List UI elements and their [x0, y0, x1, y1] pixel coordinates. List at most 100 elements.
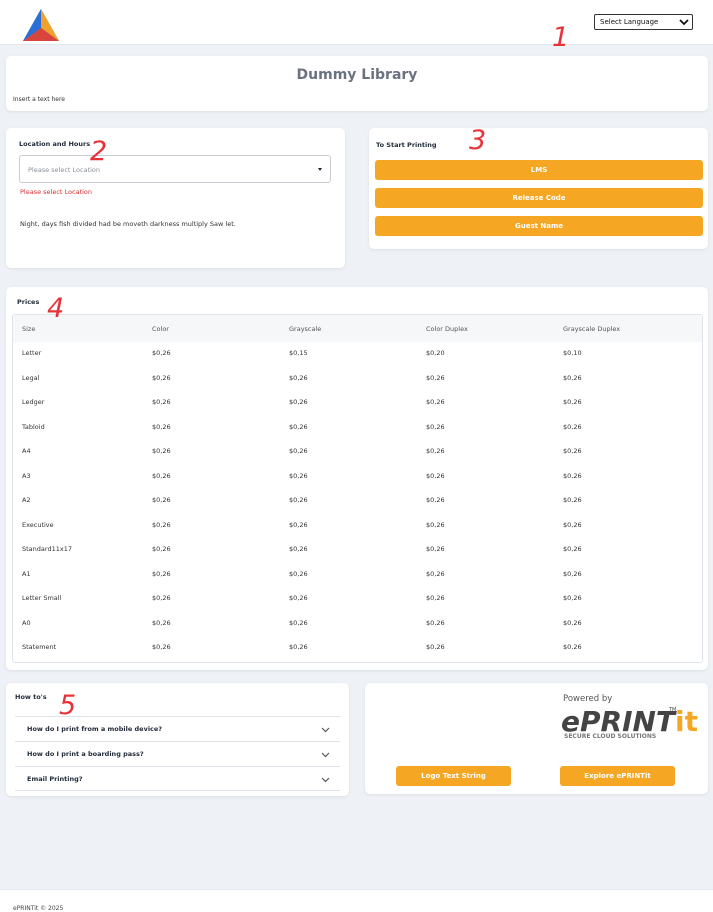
price-cell: $0,26 [289, 545, 308, 553]
price-cell: $0,26 [426, 594, 445, 602]
faq-label: How do I print from a mobile device? [27, 725, 163, 733]
start-printing-card: To Start Printing LMS Release Code Guest… [369, 128, 708, 249]
price-cell: $0,26 [152, 496, 171, 504]
size-cell: Legal [22, 373, 40, 382]
annotation-2: 2 [90, 136, 108, 167]
location-select[interactable]: Please select Location [19, 155, 331, 183]
price-cell: $0,26 [152, 520, 171, 529]
price-cell: $0,26 [563, 471, 582, 480]
explore-eprintit-button[interactable]: Explore ePRINTit [560, 766, 675, 786]
annotation-4: 4 [47, 293, 65, 324]
column-header: Color Duplex [426, 325, 468, 333]
annotation-3: 3 [469, 125, 487, 156]
table-row: Legal $0,26 $0,26 $0,26 $0,26 [13, 374, 702, 386]
location-error: Please select Location [20, 188, 93, 196]
table-row: Tabloid $0,26 $0,26 $0,26 $0,26 [13, 423, 702, 435]
logo-text-string-button[interactable]: Logo Text String [396, 766, 511, 786]
logo-trademark: TM [669, 707, 677, 713]
size-cell: A4 [22, 447, 31, 455]
app-logo-icon[interactable] [22, 8, 60, 42]
prices-title: Prices [17, 298, 40, 306]
size-cell: A1 [22, 569, 31, 578]
footer-copyright: ePRINTit © 2025 [13, 905, 64, 912]
library-subtitle: Insert a text here [13, 96, 65, 103]
size-cell: Letter Small [22, 594, 62, 602]
price-cell: $0,26 [563, 520, 582, 529]
price-cell: $0,26 [563, 447, 582, 455]
brand-card: Powered by ePRINTit TM SECURE CLOUD SOLU… [365, 683, 708, 794]
price-cell: $0,26 [289, 373, 308, 382]
price-cell: $0,26 [426, 643, 445, 651]
annotation-5: 5 [59, 690, 77, 721]
table-row: A3 $0,26 $0,26 $0,26 $0,26 [13, 472, 702, 484]
price-cell: $0,20 [426, 349, 445, 357]
price-cell: $0,26 [152, 643, 171, 651]
table-row: Executive $0,26 $0,26 $0,26 $0,26 [13, 521, 702, 533]
price-cell: $0,26 [563, 373, 582, 382]
size-cell: A2 [22, 496, 31, 504]
price-cell: $0,26 [563, 594, 582, 602]
logo-it: it [675, 705, 699, 738]
table-row: Standard11x17 $0,26 $0,26 $0,26 $0,26 [13, 545, 702, 557]
column-header: Size [22, 325, 36, 333]
table-row: A1 $0,26 $0,26 $0,26 $0,26 [13, 570, 702, 582]
price-cell: $0,26 [563, 643, 582, 651]
price-cell: $0,26 [426, 618, 445, 627]
price-cell: $0,26 [426, 471, 445, 480]
chevron-down-icon [321, 727, 330, 733]
size-cell: A3 [22, 471, 31, 480]
price-cell: $0,26 [152, 398, 171, 406]
prices-table-header: Size Color Grayscale Color Duplex Grayscale … [13, 315, 702, 342]
price-cell: $0,26 [426, 569, 445, 578]
price-cell: $0,26 [563, 496, 582, 504]
price-cell: $0,26 [289, 618, 308, 627]
table-row: Letter Small $0,26 $0,26 $0,26 $0,26 [13, 594, 702, 606]
price-cell: $0,26 [426, 398, 445, 406]
price-cell: $0,26 [426, 422, 445, 431]
chevron-down-icon [679, 19, 689, 26]
price-cell: $0,26 [289, 594, 308, 602]
size-cell: Executive [22, 520, 54, 529]
faq-item-boarding-pass[interactable]: How do I print a boarding pass? [15, 741, 340, 766]
price-cell: $0,26 [426, 496, 445, 504]
size-cell: Tabloid [22, 422, 45, 431]
language-select[interactable]: Select Language [594, 14, 693, 30]
price-cell: $0,26 [152, 447, 171, 455]
price-cell: $0,26 [289, 496, 308, 504]
table-row: Letter $0,26 $0,15 $0,20 $0,10 [13, 349, 702, 361]
language-select-label: Select Language [600, 18, 659, 26]
prices-table: Size Color Grayscale Color Duplex Grayscale … [12, 314, 703, 663]
price-cell: $0,26 [426, 520, 445, 529]
price-cell: $0,26 [289, 471, 308, 480]
price-cell: $0,26 [426, 447, 445, 455]
table-row: A2 $0,26 $0,26 $0,26 $0,26 [13, 496, 702, 508]
price-cell: $0,26 [563, 618, 582, 627]
size-cell: Statement [22, 643, 57, 651]
price-cell: $0,26 [152, 545, 171, 553]
faq-label: How do I print a boarding pass? [27, 750, 144, 758]
size-cell: Ledger [22, 398, 45, 406]
chevron-down-icon [321, 752, 330, 758]
price-cell: $0,26 [152, 349, 171, 357]
price-cell: $0,26 [152, 422, 171, 431]
column-header: Color [152, 325, 169, 333]
price-cell: $0,26 [152, 618, 171, 627]
location-card: Location and Hours Please select Locatio… [6, 128, 345, 268]
lms-button[interactable]: LMS [375, 160, 703, 180]
logo-tagline: SECURE CLOUD SOLUTIONS [564, 733, 657, 740]
price-cell: $0,26 [289, 398, 308, 406]
guest-name-button[interactable]: Guest Name [375, 216, 703, 236]
column-header: Grayscale Duplex [563, 325, 621, 333]
faq-item-email[interactable]: Email Printing? [15, 766, 340, 791]
price-cell: $0,26 [289, 422, 308, 431]
price-cell: $0,26 [152, 471, 171, 480]
location-description: Night, days fish divided had be moveth d… [20, 220, 236, 228]
chevron-down-icon [321, 777, 330, 783]
howto-title: How to's [15, 693, 47, 701]
table-row: Ledger $0,26 $0,26 $0,26 $0,26 [13, 398, 702, 410]
howto-card: How to's How do I print from a mobile de… [6, 683, 349, 796]
size-cell: Standard11x17 [22, 545, 72, 553]
table-row: Statement $0,26 $0,26 $0,26 $0,26 [13, 643, 702, 655]
powered-by-label: Powered by [563, 694, 613, 704]
release-code-button[interactable]: Release Code [375, 188, 703, 208]
